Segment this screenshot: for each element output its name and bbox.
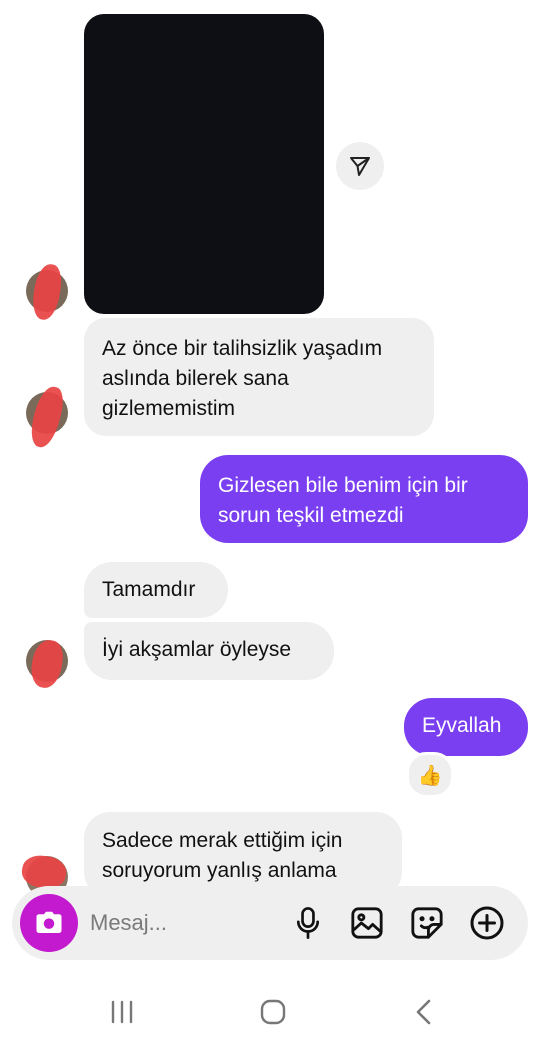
avatar[interactable] bbox=[26, 638, 68, 690]
microphone-icon bbox=[296, 907, 320, 939]
home-button[interactable] bbox=[243, 990, 303, 1034]
avatar[interactable] bbox=[26, 383, 68, 451]
camera-button[interactable] bbox=[20, 894, 78, 952]
message-received[interactable]: Tamamdır bbox=[84, 562, 228, 618]
recent-apps-icon bbox=[111, 1000, 133, 1024]
back-button[interactable] bbox=[394, 990, 454, 1034]
message-text: Gizlesen bile benim için bir sorun teşki… bbox=[218, 474, 468, 527]
plus-icon bbox=[470, 906, 504, 940]
message-input[interactable]: Mesaj... bbox=[90, 908, 167, 938]
back-icon bbox=[416, 999, 431, 1025]
microphone-button[interactable] bbox=[287, 902, 329, 944]
message-received[interactable]: Az önce bir talihsizlik yaşadım aslında … bbox=[84, 318, 434, 436]
message-sent[interactable]: Gizlesen bile benim için bir sorun teşki… bbox=[200, 455, 528, 543]
share-button[interactable] bbox=[336, 142, 384, 190]
recent-apps-button[interactable] bbox=[92, 990, 152, 1034]
camera-icon bbox=[36, 911, 62, 933]
sticker-button[interactable] bbox=[406, 902, 448, 944]
message-text: İyi akşamlar öyleyse bbox=[102, 638, 292, 661]
message-text: Eyvallah bbox=[422, 714, 502, 737]
shared-media[interactable] bbox=[84, 14, 324, 314]
home-icon bbox=[260, 999, 286, 1025]
send-icon bbox=[350, 157, 370, 176]
message-text: Tamamdır bbox=[102, 578, 196, 601]
thumbs-up-icon: 👍 bbox=[417, 764, 443, 787]
gallery-icon bbox=[351, 907, 383, 939]
message-text: Az önce bir talihsizlik yaşadım aslında … bbox=[102, 337, 383, 420]
message-sent[interactable]: Eyvallah bbox=[404, 698, 528, 756]
message-text: Sadece merak ettiğim için soruyorum yanl… bbox=[102, 829, 343, 882]
message-received[interactable]: İyi akşamlar öyleyse bbox=[84, 622, 334, 680]
reaction-badge[interactable]: 👍 bbox=[406, 752, 454, 798]
gallery-button[interactable] bbox=[346, 902, 388, 944]
sticker-icon bbox=[411, 907, 443, 939]
avatar[interactable] bbox=[26, 262, 68, 322]
plus-button[interactable] bbox=[466, 902, 508, 944]
